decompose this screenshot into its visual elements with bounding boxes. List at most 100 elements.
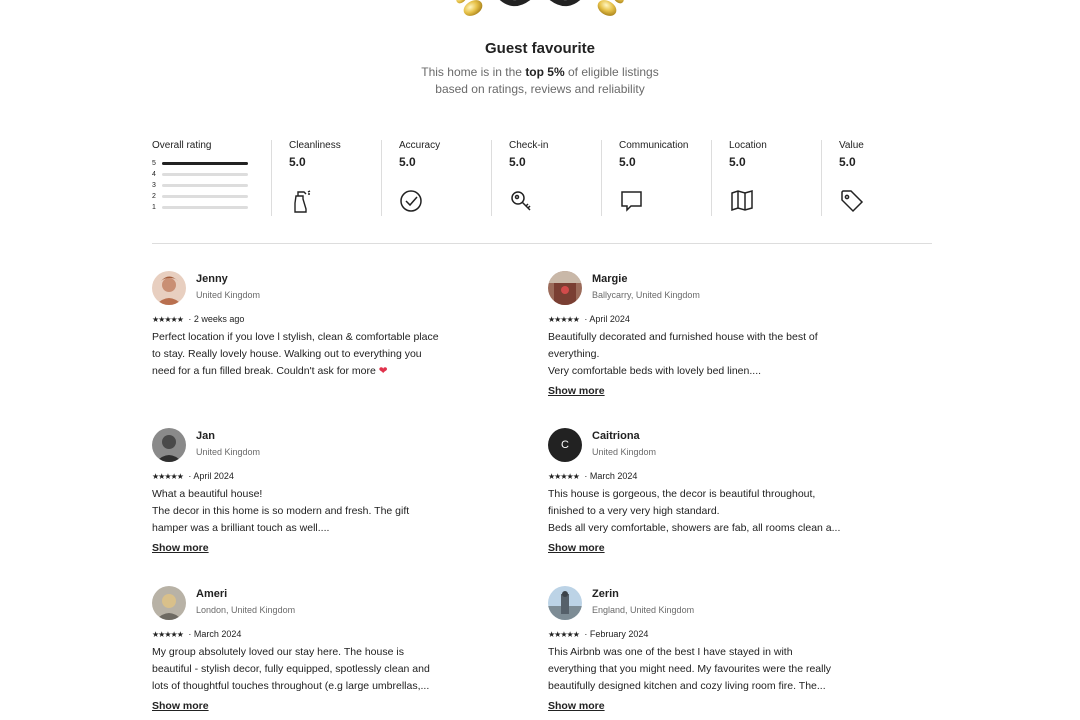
show-more-link[interactable]: Show more <box>152 700 209 712</box>
show-more-link[interactable]: Show more <box>152 542 209 554</box>
review-line: beautiful - stylish decor, fully equippe… <box>152 663 430 675</box>
rating-distribution: 5 4 3 2 1 <box>152 158 262 213</box>
show-more-link[interactable]: Show more <box>548 542 605 554</box>
review-line: to stay. Really lovely house. Walking ou… <box>152 348 422 360</box>
review-line: Beautifully decorated and furnished hous… <box>548 331 818 343</box>
review-meta: ★★★★★ · April 2024 <box>152 471 234 481</box>
star-rating-icon: ★★★★★ <box>152 315 184 324</box>
price-tag-icon <box>841 190 864 213</box>
review-date: March 2024 <box>589 471 638 481</box>
review-date: 2 weeks ago <box>193 314 245 324</box>
review-text: Beautifully decorated and furnished hous… <box>548 329 878 380</box>
guest-favourite-section: Guest favourite This home is in the top … <box>0 0 1080 110</box>
reviewer-location: United Kingdom <box>592 447 657 457</box>
category-value: 5.0 <box>289 155 306 169</box>
category-value: 5.0 <box>839 155 856 169</box>
rating-bar-row: 5 <box>152 158 262 169</box>
reviewer-name: Zerin <box>592 588 619 600</box>
rating-cleanliness: Cleanliness 5.0 <box>271 140 381 216</box>
category-value: 5.0 <box>619 155 636 169</box>
star-count: 1 <box>152 204 156 211</box>
rating-bar <box>162 184 248 187</box>
review-date: April 2024 <box>589 314 630 324</box>
star-rating-icon: ★★★★★ <box>548 630 580 639</box>
avatar[interactable]: C <box>548 428 582 462</box>
review-meta: ★★★★★ · April 2024 <box>548 314 630 324</box>
category-label: Location <box>729 140 767 151</box>
rating-bar-row: 1 <box>152 202 262 213</box>
review-text: My group absolutely loved our stay here.… <box>152 644 482 695</box>
star-count: 2 <box>152 193 156 200</box>
reviewer-location: United Kingdom <box>196 290 261 300</box>
rating-bar-row: 3 <box>152 180 262 191</box>
avatar[interactable] <box>152 271 186 305</box>
reviewer-location: Ballycarry, United Kingdom <box>592 290 700 300</box>
guest-favourite-subtitle: This home is in the top 5% of eligible l… <box>0 64 1080 98</box>
category-label: Accuracy <box>399 140 441 151</box>
star-rating-icon: ★★★★★ <box>152 472 184 481</box>
review-line: finished to a very very high standard. <box>548 505 720 517</box>
review-date: February 2024 <box>589 629 649 639</box>
review-line: beautifully designed kitchen and cozy li… <box>548 680 826 692</box>
reviewer-name: Margie <box>592 273 628 285</box>
rating-bar <box>162 206 248 209</box>
star-rating-icon: ★★★★★ <box>152 630 184 639</box>
reviewer-name: Jenny <box>196 273 228 285</box>
rating-location: Location 5.0 <box>711 140 821 216</box>
category-value: 5.0 <box>509 155 526 169</box>
review-line: Perfect location if you love l stylish, … <box>152 331 439 343</box>
rating-bar-row: 4 <box>152 169 262 180</box>
star-count: 5 <box>152 160 156 167</box>
review-line: lots of thoughtful touches throughout (e… <box>152 680 430 692</box>
review-meta: ★★★★★ · 2 weeks ago <box>152 314 245 324</box>
overall-rating-label: Overall rating <box>152 140 212 151</box>
review-meta: ★★★★★ · March 2024 <box>152 629 242 639</box>
ratings-breakdown: Overall rating 5 4 3 2 1 Cleanliness 5.0… <box>152 140 932 216</box>
rating-communication: Communication 5.0 <box>601 140 711 216</box>
review-line: everything. <box>548 348 600 360</box>
category-label: Check-in <box>509 140 549 151</box>
review-line: My group absolutely loved our stay here.… <box>152 646 404 658</box>
rating-bar <box>162 162 248 165</box>
section-divider <box>152 243 932 244</box>
avatar[interactable] <box>548 586 582 620</box>
chat-bubble-icon <box>621 191 642 212</box>
avatar[interactable] <box>152 428 186 462</box>
review-text: This Airbnb was one of the best I have s… <box>548 644 878 695</box>
review-line: This house is gorgeous, the decor is bea… <box>548 488 816 500</box>
subtitle-text: based on ratings, reviews and reliabilit… <box>435 82 645 96</box>
review-line: What a beautiful house! <box>152 488 263 500</box>
show-more-link[interactable]: Show more <box>548 700 605 712</box>
reviewer-location: London, United Kingdom <box>196 605 296 615</box>
star-rating-icon: ★★★★★ <box>548 315 580 324</box>
rating-bar-row: 2 <box>152 191 262 202</box>
review-text: What a beautiful house! The decor in thi… <box>152 486 482 537</box>
reviewer-name: Caitriona <box>592 430 640 442</box>
reviewer-location: United Kingdom <box>196 447 261 457</box>
category-value: 5.0 <box>399 155 416 169</box>
review-date: March 2024 <box>193 629 242 639</box>
checkmark-circle-icon <box>400 190 422 212</box>
category-label: Value <box>839 140 864 151</box>
review-line: hamper was a brilliant touch as well.... <box>152 522 330 534</box>
show-more-link[interactable]: Show more <box>548 385 605 397</box>
avatar[interactable] <box>152 586 186 620</box>
review-text: Perfect location if you love l stylish, … <box>152 329 482 380</box>
star-count: 4 <box>152 171 156 178</box>
rating-accuracy: Accuracy 5.0 <box>381 140 491 216</box>
review-date: April 2024 <box>193 471 234 481</box>
review-line: need for a fun filled break. Couldn't as… <box>152 363 482 380</box>
reviewer-name: Ameri <box>196 588 228 600</box>
star-count: 3 <box>152 182 156 189</box>
rating-bar <box>162 173 248 176</box>
overall-rating: Overall rating 5 4 3 2 1 <box>152 140 262 213</box>
guest-favourite-title: Guest favourite <box>484 40 596 57</box>
review-line: This Airbnb was one of the best I have s… <box>548 646 793 658</box>
review-meta: ★★★★★ · March 2024 <box>548 471 638 481</box>
avatar[interactable] <box>548 271 582 305</box>
subtitle-text: of eligible listings <box>564 65 659 79</box>
reviewer-name: Jan <box>196 430 215 442</box>
review-line: Very comfortable beds with lovely bed li… <box>548 365 762 377</box>
review-line: The decor in this home is so modern and … <box>152 505 410 517</box>
category-label: Cleanliness <box>289 140 341 151</box>
